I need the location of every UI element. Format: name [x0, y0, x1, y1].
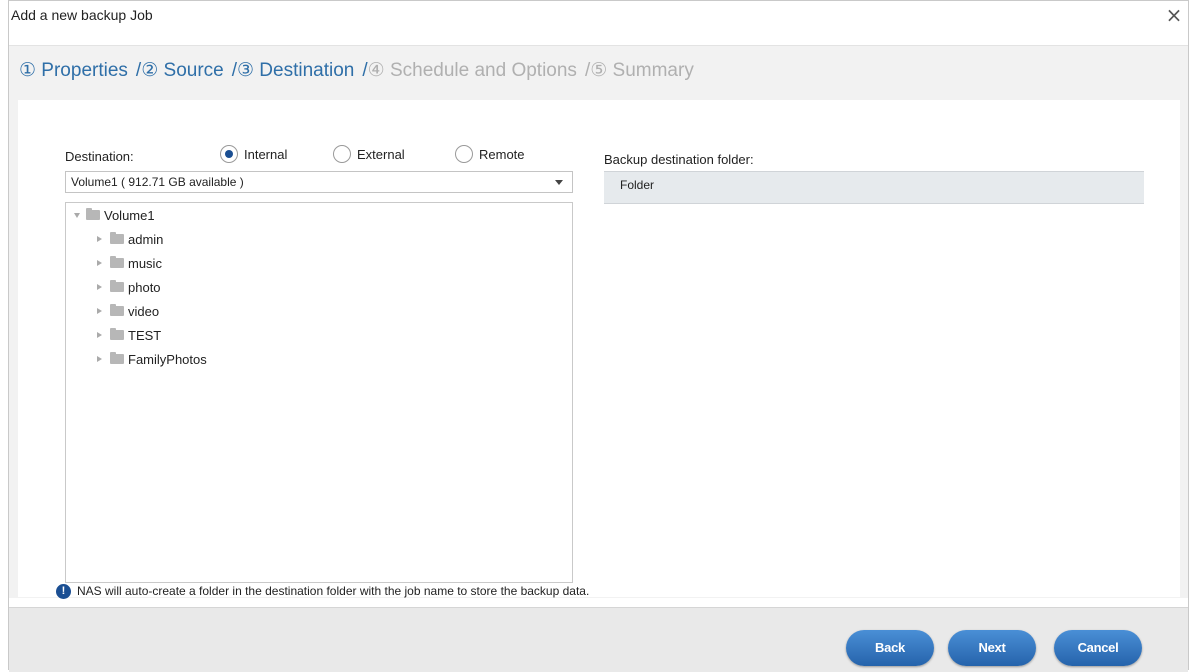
destination-label: Destination: [65, 149, 134, 164]
collapsed-arrow-icon[interactable] [97, 356, 102, 362]
dialog-footer: Back Next Cancel [9, 607, 1188, 672]
collapsed-arrow-icon[interactable] [97, 332, 102, 338]
info-icon: ! [56, 584, 71, 599]
folder-icon [86, 208, 100, 220]
wizard-steps: ① Properties/② Source/③ Destination/④ Sc… [19, 59, 694, 82]
folder-icon [110, 352, 124, 364]
tree-node[interactable]: admin [97, 230, 163, 248]
folder-icon [110, 280, 124, 292]
radio-remote-label: Remote [479, 146, 525, 162]
collapsed-arrow-icon[interactable] [97, 260, 102, 266]
tree-node[interactable]: photo [97, 278, 161, 296]
tree-node[interactable]: TEST [97, 326, 161, 344]
radio-remote[interactable]: Remote [455, 143, 525, 165]
radio-internal[interactable]: Internal [220, 143, 287, 165]
destination-panel: Destination: Internal External Remote Vo… [18, 100, 1180, 597]
step-source[interactable]: ② Source [141, 60, 224, 81]
dialog-titlebar: Add a new backup Job × [9, 1, 1188, 45]
tree-node-label: video [128, 303, 160, 319]
folder-icon [110, 256, 124, 268]
backup-destination-folder: Folder [604, 171, 1144, 204]
step-properties[interactable]: ① Properties [19, 60, 128, 81]
collapsed-arrow-icon[interactable] [97, 308, 102, 314]
collapsed-arrow-icon[interactable] [97, 236, 102, 242]
folder-icon [110, 232, 124, 244]
tree-node-label: FamilyPhotos [128, 351, 207, 367]
expanded-arrow-icon[interactable] [74, 212, 80, 218]
tree-node-label: TEST [128, 327, 162, 343]
collapsed-arrow-icon[interactable] [97, 284, 102, 290]
folder-icon [110, 328, 124, 340]
info-message: NAS will auto-create a folder in the des… [77, 584, 590, 598]
radio-external[interactable]: External [333, 143, 405, 165]
volume-select-value: Volume1 ( 912.71 GB available ) [71, 175, 244, 189]
dialog-title: Add a new backup Job [11, 7, 153, 23]
next-button[interactable]: Next [948, 630, 1036, 666]
step-destination: ③ Destination [237, 60, 355, 81]
tree-node-root[interactable]: Volume1 [74, 206, 155, 224]
tree-node-label: photo [128, 279, 161, 295]
tree-node[interactable]: FamilyPhotos [97, 350, 207, 368]
tree-node-label: Volume1 [104, 207, 155, 223]
backup-destination-label: Backup destination folder: [604, 152, 754, 167]
radio-unselected-icon [455, 145, 473, 163]
tree-node[interactable]: video [97, 302, 159, 320]
volume-select[interactable]: Volume1 ( 912.71 GB available ) [65, 171, 573, 193]
radio-unselected-icon [333, 145, 351, 163]
radio-selected-icon [220, 145, 238, 163]
folder-tree: Volume1 admin music photo video TEST Fam… [65, 202, 573, 583]
tree-node[interactable]: music [97, 254, 162, 272]
radio-internal-label: Internal [244, 146, 288, 162]
backup-destination-value: Folder [620, 178, 655, 192]
chevron-down-icon [555, 180, 563, 185]
step-summary: ⑤ Summary [590, 60, 694, 81]
dialog-body: ① Properties/② Source/③ Destination/④ Sc… [9, 45, 1188, 599]
back-button[interactable]: Back [846, 630, 934, 666]
tree-node-label: admin [128, 231, 164, 247]
tree-node-label: music [128, 255, 162, 271]
step-schedule-options: ④ Schedule and Options [367, 60, 577, 81]
radio-external-label: External [357, 146, 405, 162]
close-icon[interactable]: × [1164, 5, 1184, 25]
backup-job-dialog: Add a new backup Job × ① Properties/② So… [8, 0, 1189, 672]
cancel-button[interactable]: Cancel [1054, 630, 1142, 666]
folder-icon [110, 304, 124, 316]
